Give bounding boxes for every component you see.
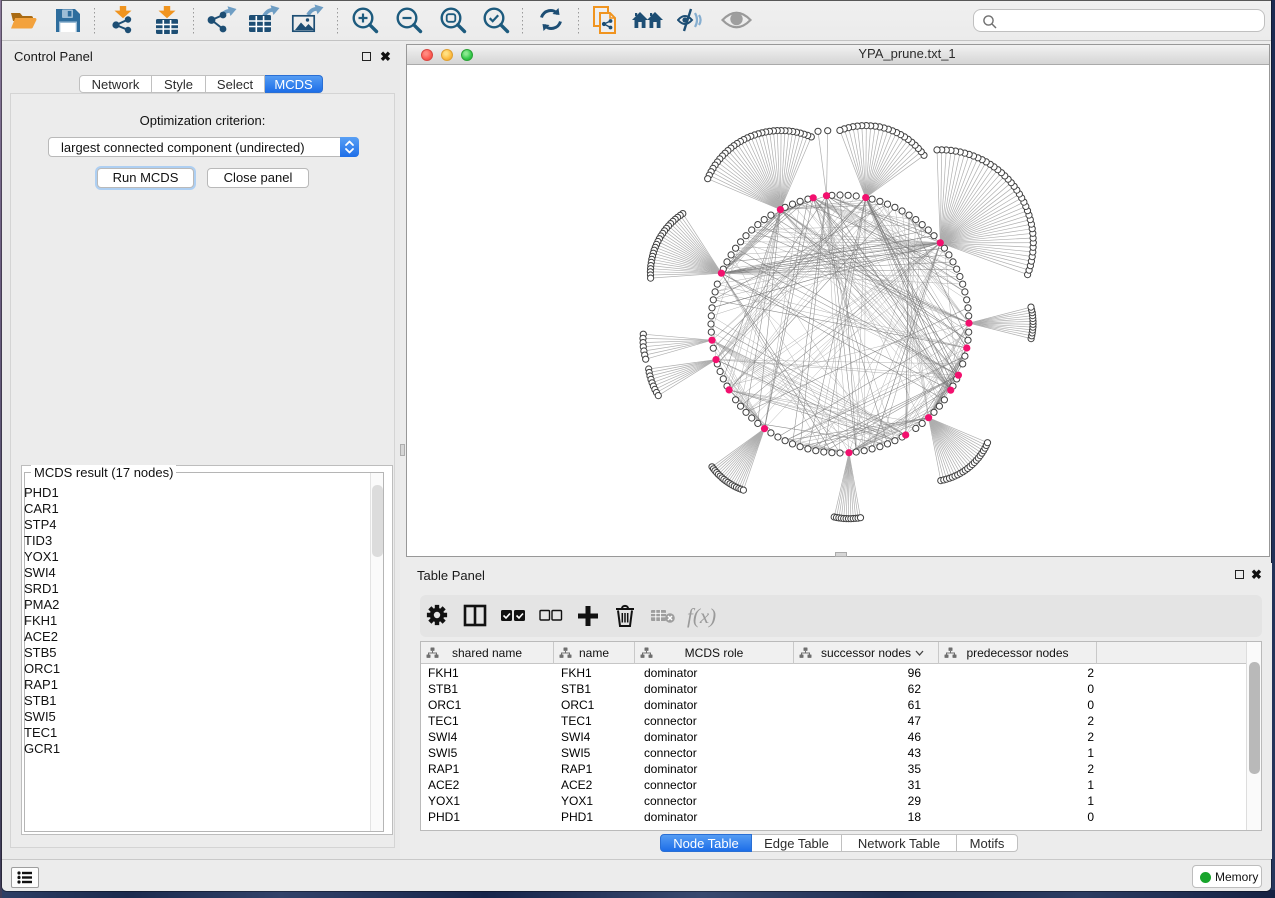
svg-text:f(x): f(x) [687,604,716,628]
